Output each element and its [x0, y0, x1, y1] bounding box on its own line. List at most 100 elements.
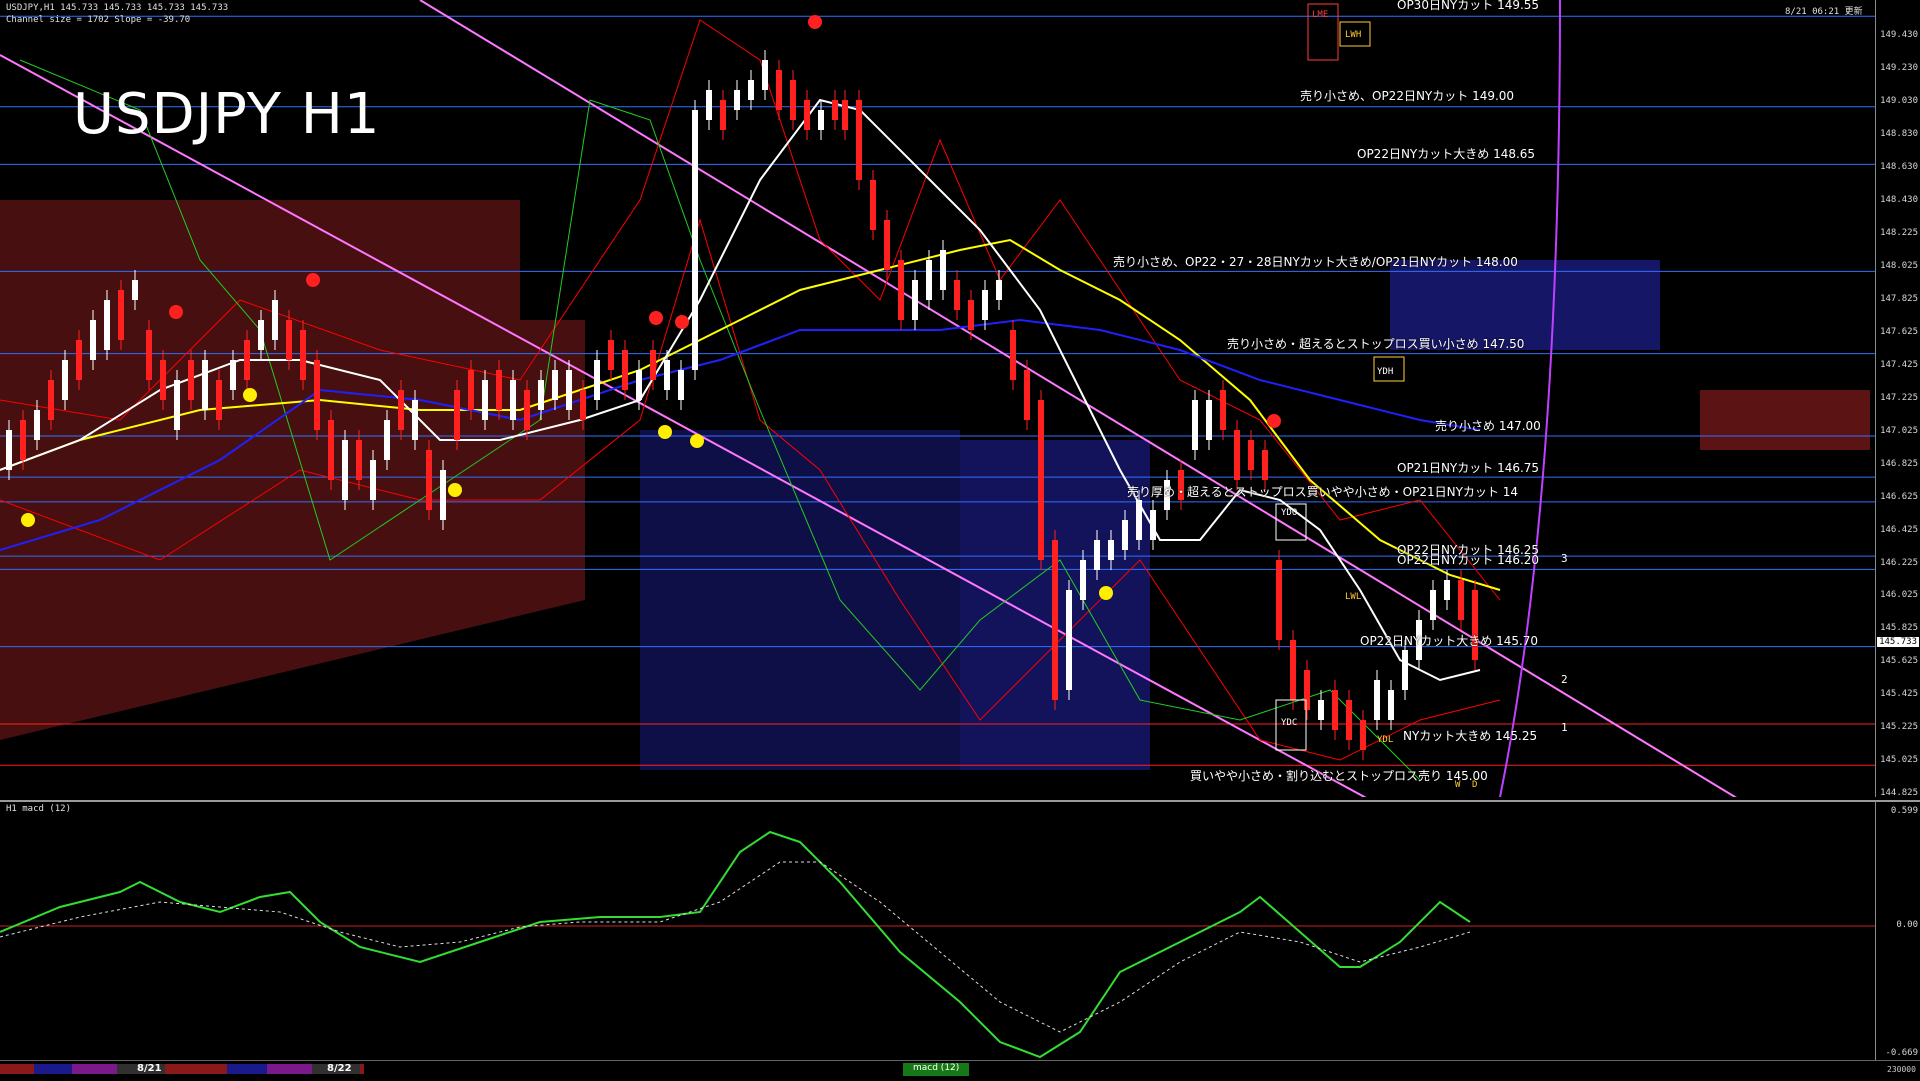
- price-axis-tick: 147.625: [1880, 327, 1918, 338]
- price-axis-tick: 145.025: [1880, 755, 1918, 766]
- candle-body: [328, 420, 334, 480]
- candle-body: [566, 370, 572, 410]
- candle-body: [132, 280, 138, 300]
- projection-curve: [1499, 0, 1561, 797]
- candle-body: [552, 370, 558, 400]
- price-axis-tick: 147.025: [1880, 425, 1918, 436]
- candle-body: [90, 320, 96, 360]
- level-label: OP22日NYカット大きめ 145.70: [1360, 634, 1539, 648]
- level-label: OP22日NYカット大きめ 148.65: [1357, 147, 1536, 161]
- signal-arrow-icon: [675, 315, 689, 329]
- candle-body: [856, 100, 862, 180]
- candle-body: [1206, 400, 1212, 440]
- lwh-label: LWH: [1345, 30, 1362, 40]
- price-axis-tick: 149.030: [1880, 95, 1918, 106]
- candle-body: [230, 360, 236, 390]
- macd-pane[interactable]: H1 macd (12): [0, 800, 1876, 1060]
- candle-body: [594, 360, 600, 400]
- indicator-tab[interactable]: macd (12): [903, 1063, 970, 1076]
- price-axis-tick: 147.425: [1880, 360, 1918, 371]
- macd-axis-zero: 0.00: [1896, 920, 1918, 930]
- candle-body: [1052, 540, 1058, 700]
- wave-marker-1: 1: [1561, 721, 1568, 734]
- candle-body: [412, 400, 418, 440]
- candle-body: [398, 390, 404, 430]
- candle-body: [342, 440, 348, 500]
- level-label: 買いやや小さめ・割り込むとストップロス売り 145.00: [1190, 769, 1488, 783]
- price-axis-tick: 148.830: [1880, 128, 1918, 139]
- price-axis[interactable]: 149.430 149.230 149.030 148.830 148.630 148.4…: [1875, 0, 1920, 798]
- candle-body: [146, 330, 152, 380]
- candle-body: [748, 80, 754, 100]
- candle-body: [1388, 690, 1394, 720]
- candle-body: [650, 350, 656, 380]
- price-axis-tick: 145.625: [1880, 656, 1918, 667]
- signal-arrow-icon: [649, 311, 663, 325]
- session-segment: [0, 1064, 34, 1074]
- channel-info: Channel size = 1702 Slope = -39.70: [6, 15, 191, 25]
- candle-body: [426, 450, 432, 510]
- ichimoku-cloud-red: [0, 200, 585, 740]
- level-label: 売り小さめ 147.00: [1435, 419, 1541, 433]
- candle-body: [678, 370, 684, 400]
- ydc-label: YDC: [1281, 718, 1298, 728]
- candle-body: [1346, 700, 1352, 740]
- signal-arrow-icon: [169, 305, 183, 319]
- wave-marker-2: 2: [1561, 673, 1568, 686]
- candle-body: [356, 440, 362, 480]
- candle-body: [118, 290, 124, 340]
- volume-value: 230000: [1887, 1065, 1916, 1074]
- candle-body: [818, 110, 824, 130]
- session-segment: [267, 1064, 312, 1074]
- price-axis-tick: 145.425: [1880, 689, 1918, 700]
- candle-body: [104, 300, 110, 350]
- ichimoku-cloud-blue: [640, 430, 960, 770]
- date-label-1: 8/21: [137, 1063, 162, 1074]
- session-segment: [165, 1064, 227, 1074]
- candle-body: [804, 100, 810, 130]
- candle-body: [1122, 520, 1128, 550]
- signal-arrow-icon: [243, 388, 257, 402]
- candle-body: [314, 360, 320, 430]
- macd-axis[interactable]: 0.599 0.00 -0.669: [1875, 800, 1920, 1060]
- candle-body: [20, 420, 26, 460]
- candle-body: [1234, 430, 1240, 480]
- candle-body: [664, 360, 670, 390]
- candle-body: [926, 260, 932, 300]
- w-label: W: [1455, 780, 1461, 790]
- ydl-label: YDL: [1377, 735, 1394, 745]
- price-axis-tick: 145.225: [1880, 722, 1918, 733]
- candle-body: [940, 250, 946, 290]
- candle-body: [1038, 400, 1044, 560]
- candle-body: [982, 290, 988, 320]
- macd-canvas[interactable]: [0, 802, 1876, 1060]
- candle-body: [1318, 700, 1324, 720]
- level-label: OP30日NYカット 149.55: [1397, 0, 1540, 12]
- candle-body: [286, 320, 292, 360]
- candle-body: [300, 330, 306, 380]
- candle-body: [1402, 650, 1408, 690]
- current-price-tag: 145.733: [1877, 637, 1919, 647]
- candle-body: [496, 370, 502, 410]
- time-scale-bar[interactable]: 8/21 8/22 macd (12) 230000: [0, 1060, 1920, 1081]
- candle-body: [160, 360, 166, 400]
- d-label: D: [1472, 780, 1478, 790]
- candle-body: [1262, 450, 1268, 480]
- candle-body: [258, 320, 264, 350]
- candle-body: [34, 410, 40, 440]
- price-chart-pane[interactable]: USDJPY,H1 145.733 145.733 145.733 145.73…: [0, 0, 1876, 797]
- macd-signal-line: [0, 861, 1471, 1033]
- macd-label: H1 macd (12): [6, 804, 72, 814]
- candle-body: [734, 90, 740, 110]
- price-axis-tick: 148.630: [1880, 161, 1918, 172]
- price-axis-tick: 145.825: [1880, 623, 1918, 634]
- price-axis-tick: 146.825: [1880, 458, 1918, 469]
- lme-label: LME: [1312, 10, 1329, 20]
- candle-body: [1094, 540, 1100, 570]
- update-timestamp: 8/21 06:21 更新: [1785, 7, 1863, 17]
- session-segment: [360, 1064, 364, 1074]
- candle-body: [468, 370, 474, 410]
- price-axis-tick: 146.025: [1880, 590, 1918, 601]
- candle-body: [1374, 680, 1380, 720]
- candle-body: [524, 390, 530, 430]
